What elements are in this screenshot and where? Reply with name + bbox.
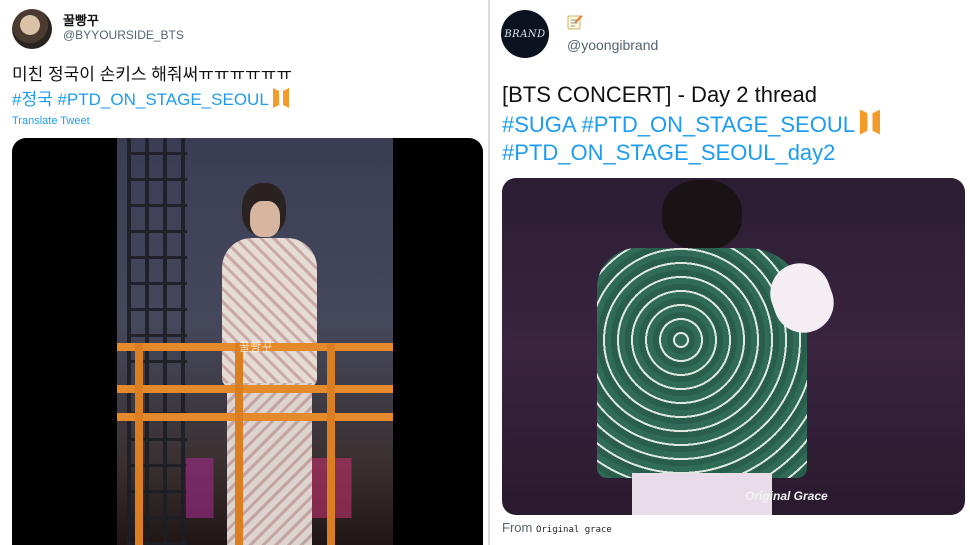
user-handle[interactable]: @BYYOURSIDE_BTS: [63, 28, 184, 42]
tweet-hashtags[interactable]: #정국 #PTD_ON_STAGE_SEOUL: [12, 88, 289, 111]
hashtags-text[interactable]: #SUGA #PTD_ON_STAGE_SEOUL: [502, 112, 854, 137]
tweet-media-video[interactable]: 꿀빵꾸: [12, 138, 483, 545]
tweet-text: 미친 정국이 손키스 해줘써ㅠㅠㅠㅠㅠㅠ: [12, 65, 293, 84]
from-source[interactable]: Original grace: [536, 525, 612, 535]
bts-logo-icon: [860, 109, 881, 135]
media-watermark: 꿀빵꾸: [239, 340, 273, 354]
railing-post: [327, 343, 335, 545]
railing-post: [235, 343, 243, 545]
avatar[interactable]: [12, 9, 52, 49]
media-source[interactable]: From Original grace: [502, 520, 612, 535]
tweet-text: [BTS CONCERT] - Day 2 thread: [502, 82, 818, 107]
translate-tweet-link[interactable]: Translate Tweet: [12, 115, 90, 127]
avatar[interactable]: BRAND: [501, 10, 549, 58]
from-label: From: [502, 520, 533, 535]
performer-figure: [202, 183, 332, 545]
railing: [117, 385, 393, 393]
concert-photo: 꿀빵꾸: [117, 138, 393, 545]
tweet-right: BRAND @yoongibrand [BTS CONCERT] - Day 2…: [490, 0, 970, 545]
hashtags-text[interactable]: #정국 #PTD_ON_STAGE_SEOUL: [12, 90, 268, 109]
bts-logo-icon: [272, 88, 289, 108]
avatar-text: BRAND: [504, 28, 546, 40]
user-handle[interactable]: @yoongibrand: [567, 37, 658, 53]
performer-head: [662, 180, 742, 250]
display-name[interactable]: 꿀빵꾸: [63, 10, 99, 29]
tweet-left: 꿀빵꾸 @BYYOURSIDE_BTS 미친 정국이 손키스 해줘써ㅠㅠㅠㅠㅠㅠ…: [0, 0, 488, 545]
memo-icon: [567, 15, 583, 30]
tweet-media-video[interactable]: Original Grace: [502, 178, 965, 515]
tweet-hashtags-line1[interactable]: #SUGA #PTD_ON_STAGE_SEOUL: [502, 109, 881, 139]
media-watermark: Original Grace: [745, 489, 828, 503]
railing: [117, 413, 393, 421]
railing-post: [135, 343, 143, 545]
tweet-hashtags-line2[interactable]: #PTD_ON_STAGE_SEOUL_day2: [502, 138, 835, 167]
